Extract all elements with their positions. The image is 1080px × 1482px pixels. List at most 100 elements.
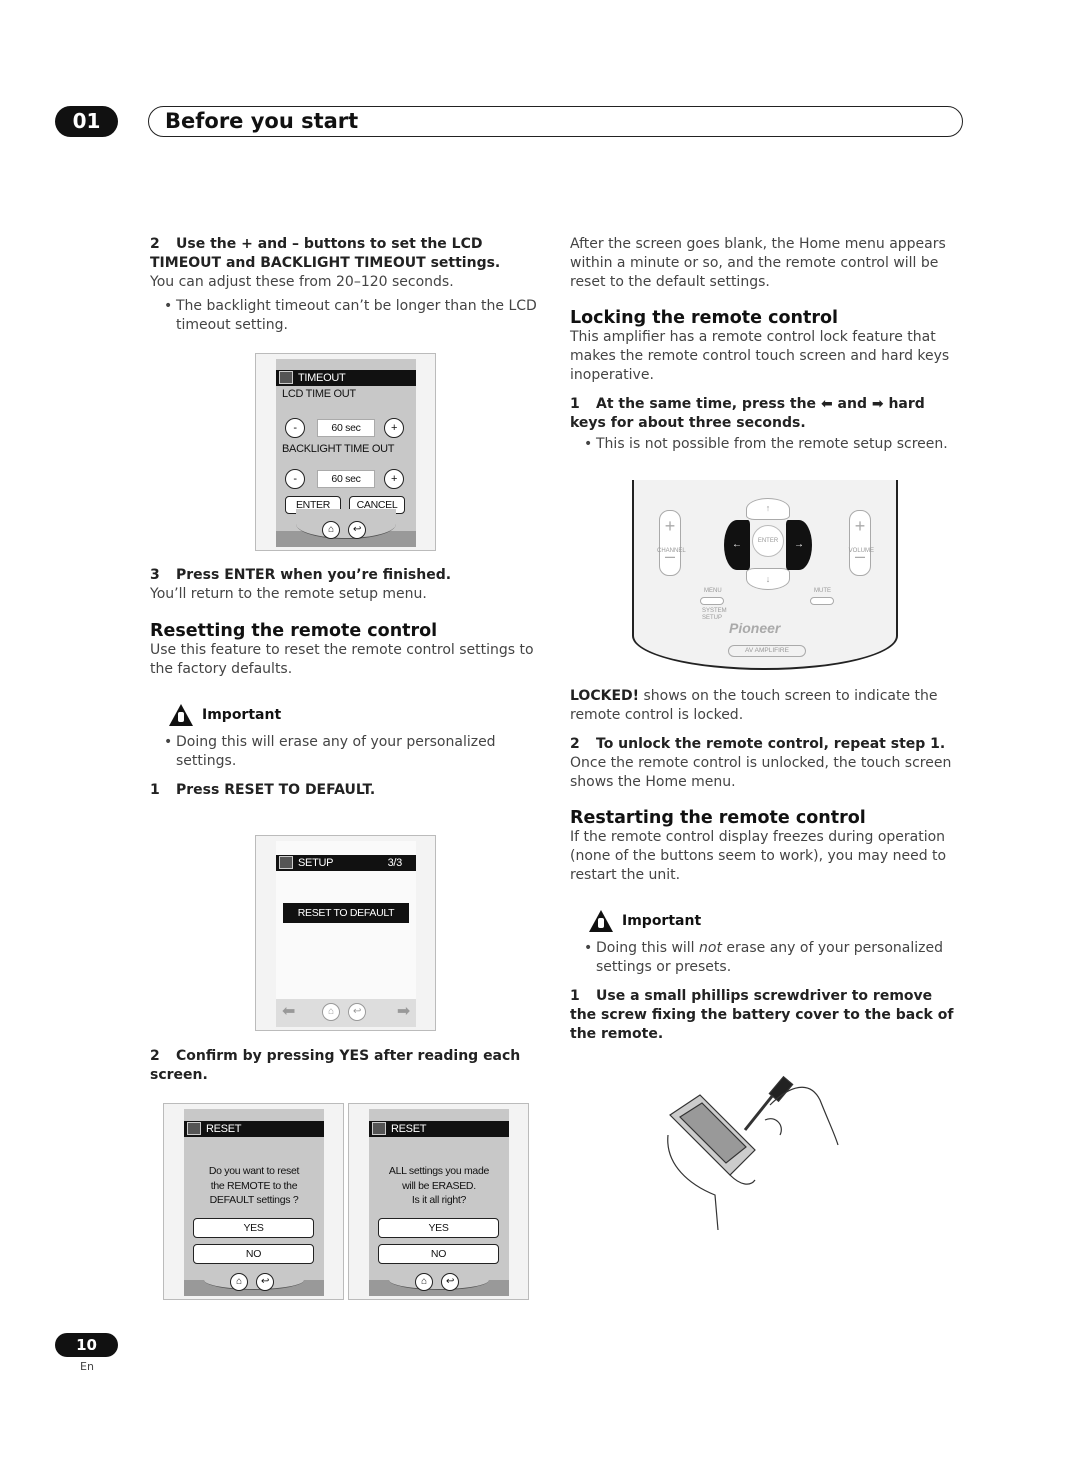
step-text: To unlock the remote control, repeat ste… [596, 736, 946, 752]
section-heading: Locking the remote control [570, 308, 839, 328]
step-number: 3 [150, 567, 160, 583]
step-heading: 2 Confirm by pressing YES after reading e… [150, 1047, 542, 1085]
home-icon[interactable]: ⌂ [322, 1003, 340, 1021]
step-heading: 1 Press RESET TO DEFAULT. [150, 781, 542, 800]
menu-label: MENU [704, 588, 722, 594]
lcd-title: RESET [206, 1123, 242, 1135]
setup-tool-icon [187, 1122, 201, 1135]
mute-label: MUTE [814, 588, 831, 594]
back-icon[interactable]: ↩ [348, 521, 366, 539]
system-setup-label: SYSTEM SETUP [702, 608, 727, 621]
left-arrow-key-icon: ⬅ [820, 396, 833, 412]
home-icon[interactable]: ⌂ [322, 521, 340, 539]
setup-tool-icon [279, 371, 293, 384]
lcd-title-bar: RESET [184, 1121, 324, 1137]
backlight-plus-button[interactable]: + [384, 469, 404, 489]
body-text: After the screen goes blank, the Home me… [570, 236, 946, 290]
lcd-title-bar: RESET [369, 1121, 509, 1137]
lcd-timeout-illustration: TIMEOUT LCD TIME OUT - 60 sec + BACKLIGH… [255, 353, 436, 551]
page-indicator: 3/3 [387, 857, 403, 869]
dialog-text: Do you want to reset [208, 1165, 300, 1177]
home-icon[interactable]: ⌂ [230, 1273, 248, 1291]
lcd-reset-erase-illustration: RESET ALL settings you made will be ERAS… [348, 1103, 529, 1300]
lcd-plus-button[interactable]: + [384, 418, 404, 438]
step-number: 2 [150, 1048, 160, 1064]
yes-button[interactable]: YES [378, 1218, 499, 1238]
down-key[interactable]: ↓ [746, 568, 790, 590]
left-column: 2 Use the + and – buttons to set the LCD … [150, 235, 542, 335]
dialog-text: the REMOTE to the [210, 1179, 298, 1192]
right-key-highlighted[interactable]: → [786, 520, 812, 570]
step-number: 1 [570, 396, 580, 412]
yes-button[interactable]: YES [193, 1218, 314, 1238]
body-text: If the remote control display freezes du… [570, 829, 947, 883]
step-text: Use a small phillips screwdriver to remo… [570, 988, 954, 1042]
step-heading: 1 At the same time, press the ⬅ and ➡ har… [570, 395, 962, 433]
locked-label: LOCKED! [570, 688, 640, 704]
left-arrow-icon[interactable]: ⬅ [282, 1001, 295, 1021]
lcd-value: 60 sec [317, 419, 375, 437]
step-heading: 1 Use a small phillips screwdriver to rem… [570, 987, 962, 1044]
lcd-title: TIMEOUT [298, 372, 346, 384]
important-label: Important [202, 706, 282, 723]
up-key[interactable]: ↑ [746, 498, 790, 520]
setup-tool-icon [279, 856, 293, 869]
body-text: Use this feature to reset the remote con… [150, 642, 534, 677]
dialog-text: will be ERASED. [402, 1179, 476, 1192]
volume-label: VOLUME [848, 548, 874, 554]
section-heading: Resetting the remote control [150, 621, 438, 641]
menu-key[interactable] [700, 597, 724, 605]
body-text: Once the remote control is unlocked, the… [570, 755, 952, 790]
enter-key[interactable]: ENTER [752, 525, 784, 557]
bullet-text: Doing this will [596, 940, 700, 956]
back-icon[interactable]: ↩ [348, 1003, 366, 1021]
warning-hand-icon [589, 910, 613, 932]
step-number: 2 [570, 736, 580, 752]
step-text: and [837, 396, 867, 412]
lcd-minus-button[interactable]: - [285, 418, 305, 438]
left-key-highlighted[interactable]: ← [724, 520, 750, 570]
lcd-label: LCD TIME OUT [282, 388, 356, 400]
no-button[interactable]: NO [378, 1244, 499, 1264]
no-button[interactable]: NO [193, 1244, 314, 1264]
bullet-emphasis: not [699, 940, 722, 956]
step-text: At the same time, press the [596, 396, 817, 412]
step-heading: 3 Press ENTER when you’re finished. [150, 566, 542, 585]
right-arrow-icon[interactable]: ➡ [397, 1001, 410, 1021]
lcd-setup-illustration: SETUP 3/3 RESET TO DEFAULT ⬅ ➡ ⌂ ↩ [255, 835, 436, 1031]
body-text: You can adjust these from 20–120 seconds… [150, 274, 454, 290]
back-icon[interactable]: ↩ [256, 1273, 274, 1291]
important-note: Important [588, 909, 962, 933]
dialog-text: Is it all right? [411, 1194, 467, 1206]
back-icon[interactable]: ↩ [441, 1273, 459, 1291]
step-text: Use the + and – buttons to set the LCD T… [150, 236, 501, 271]
pioneer-logo: Pioneer [729, 620, 781, 636]
important-label: Important [622, 912, 702, 929]
remote-control-illustration: + – CHANNEL + – VOLUME ↑ ↓ ← → ENTER MENU … [632, 480, 898, 670]
bullet: Doing this will erase any of your person… [150, 733, 542, 771]
right-arrow-key-icon: ➡ [871, 396, 884, 412]
mute-key[interactable] [810, 597, 834, 605]
home-icon[interactable]: ⌂ [415, 1273, 433, 1291]
important-note: Important [168, 703, 542, 727]
screwdriver-remote-illustration [667, 1075, 839, 1231]
step-number: 1 [570, 988, 580, 1004]
lcd-title-bar: TIMEOUT [276, 370, 416, 386]
lcd-title-bar: SETUP 3/3 [276, 855, 416, 871]
dialog-text: ALL settings you made [388, 1165, 490, 1177]
step-heading: 2 To unlock the remote control, repeat st… [570, 735, 962, 754]
warning-hand-icon [169, 704, 193, 726]
step-text: Confirm by pressing YES after reading ea… [150, 1048, 521, 1083]
chapter-number: 01 [55, 106, 118, 137]
step-heading: 2 Use the + and – buttons to set the LCD … [150, 235, 542, 273]
page-title: Before you start [148, 106, 963, 137]
backlight-minus-button[interactable]: - [285, 469, 305, 489]
language-label: En [80, 1360, 94, 1373]
reset-to-default-button[interactable]: RESET TO DEFAULT [283, 903, 409, 923]
step-number: 2 [150, 236, 160, 252]
bullet: The backlight timeout can’t be longer th… [150, 297, 542, 335]
lcd-title: RESET [391, 1123, 427, 1135]
right-column: After the screen goes blank, the Home me… [570, 235, 962, 454]
body-text: This amplifier has a remote control lock… [570, 329, 950, 383]
page-number: 10 [55, 1333, 118, 1357]
